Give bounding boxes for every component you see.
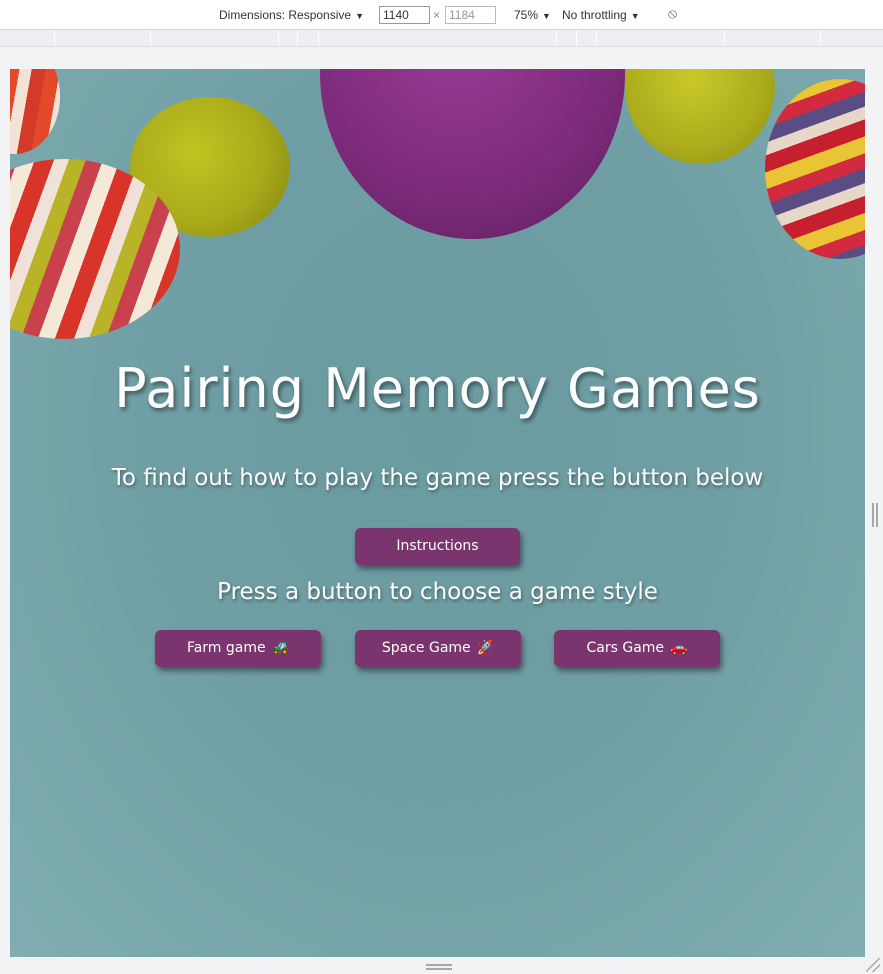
resize-handle-right[interactable] bbox=[872, 503, 878, 527]
felt-ball-image bbox=[320, 69, 625, 239]
dimensions-dropdown[interactable]: Dimensions: Responsive ▼ bbox=[219, 7, 364, 24]
page-viewport: Pairing Memory Games To find out how to … bbox=[10, 69, 865, 957]
tractor-icon: 🚜 bbox=[271, 640, 290, 656]
resize-handle-corner[interactable] bbox=[866, 958, 880, 972]
media-query-segment[interactable] bbox=[596, 30, 597, 46]
farm-game-label: Farm game bbox=[186, 640, 266, 656]
felt-ball-image bbox=[625, 69, 775, 164]
page-title: Pairing Memory Games bbox=[114, 357, 761, 420]
car-icon: 🚗 bbox=[670, 640, 688, 656]
media-query-segment[interactable] bbox=[150, 30, 151, 46]
media-query-segment[interactable] bbox=[297, 30, 298, 46]
media-query-segment[interactable] bbox=[820, 30, 821, 46]
rotate-icon[interactable]: ⦸ bbox=[668, 5, 677, 21]
height-input[interactable]: 1184 bbox=[445, 6, 496, 24]
media-query-segment[interactable] bbox=[576, 30, 577, 46]
space-game-label: Space Game bbox=[381, 640, 471, 656]
space-game-button[interactable]: Space Game 🚀 bbox=[355, 630, 521, 667]
rocket-icon: 🚀 bbox=[476, 640, 495, 656]
zoom-label: 75% bbox=[514, 8, 539, 22]
farm-game-button[interactable]: Farm game 🚜 bbox=[155, 630, 321, 667]
felt-ball-image bbox=[10, 69, 60, 154]
cars-game-button[interactable]: Cars Game 🚗 bbox=[554, 630, 720, 667]
instructions-button[interactable]: Instructions bbox=[355, 528, 520, 565]
game-style-prompt: Press a button to choose a game style bbox=[217, 579, 658, 605]
dimensions-label: Dimensions: Responsive bbox=[219, 8, 352, 22]
throttling-label: No throttling bbox=[562, 8, 627, 22]
resize-handle-bottom[interactable] bbox=[426, 964, 452, 970]
width-input[interactable]: 1140 bbox=[379, 6, 430, 24]
cars-game-label: Cars Game bbox=[586, 640, 665, 656]
chevron-down-icon: ▼ bbox=[542, 11, 551, 21]
throttling-dropdown[interactable]: No throttling ▼ bbox=[562, 7, 640, 24]
media-query-segment[interactable] bbox=[54, 30, 55, 46]
media-query-segment[interactable] bbox=[556, 30, 557, 46]
zoom-dropdown[interactable]: 75% ▼ bbox=[514, 7, 551, 24]
instructions-prompt: To find out how to play the game press t… bbox=[111, 465, 764, 491]
media-query-segment[interactable] bbox=[318, 30, 319, 46]
times-separator: × bbox=[433, 8, 441, 22]
media-query-segment[interactable] bbox=[724, 30, 725, 46]
chevron-down-icon: ▼ bbox=[355, 11, 364, 21]
chevron-down-icon: ▼ bbox=[630, 11, 640, 21]
media-query-segment[interactable] bbox=[278, 30, 279, 46]
devtools-toolbar: Dimensions: Responsive ▼ 1140 × 1184 75% ▼… bbox=[0, 0, 883, 30]
felt-ball-image bbox=[765, 79, 865, 259]
media-query-bar bbox=[0, 30, 883, 47]
